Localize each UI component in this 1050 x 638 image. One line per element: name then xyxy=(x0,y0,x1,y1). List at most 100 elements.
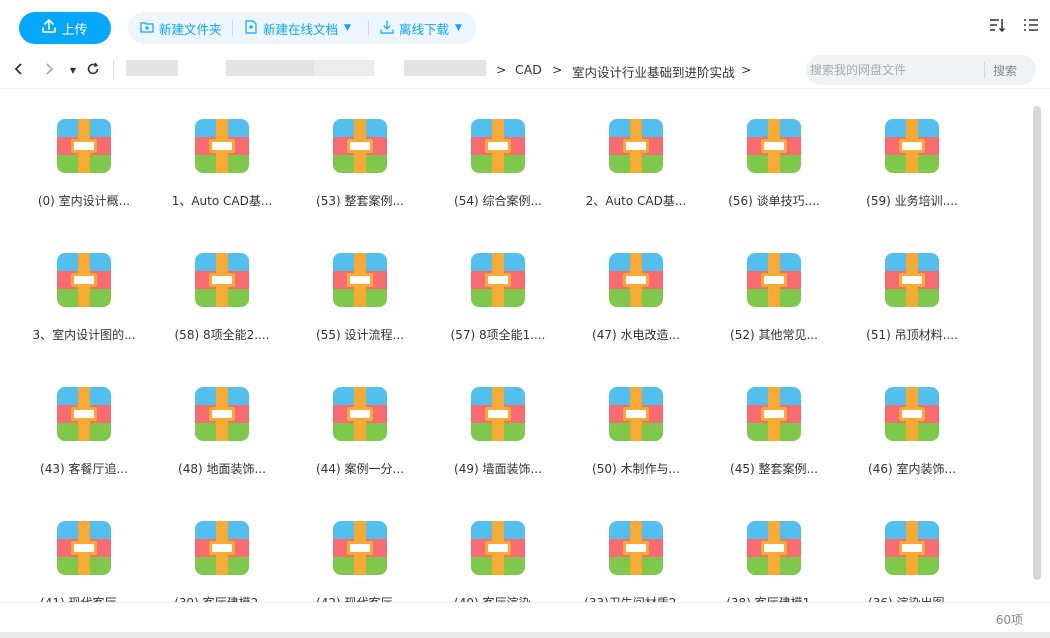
back-button[interactable] xyxy=(10,61,28,79)
file-name: (36) 渲染出图... xyxy=(843,594,981,602)
offline-download-label: 离线下载 xyxy=(399,21,450,37)
file-name: (52) 其他常见... xyxy=(730,328,818,342)
file-item[interactable]: (39) 客厅建模2... xyxy=(153,492,291,602)
new-folder-button[interactable]: 新建文件夹 xyxy=(140,12,222,44)
window-bottom-edge xyxy=(0,632,1050,638)
zip-archive-icon xyxy=(195,119,249,173)
new-online-doc-button[interactable]: 新建在线文档 ▼ xyxy=(244,12,351,44)
scrollbar-thumb[interactable] xyxy=(1033,106,1041,580)
file-name: (0) 室内设计概... xyxy=(37,194,131,208)
vertical-scrollbar[interactable] xyxy=(1031,92,1043,597)
file-item[interactable]: 2、Auto CAD基... xyxy=(567,90,705,210)
list-view-icon[interactable] xyxy=(1022,16,1040,37)
file-item[interactable]: (49) 墙面装饰... xyxy=(429,358,567,478)
zip-archive-icon xyxy=(885,521,939,575)
file-item[interactable]: (52) 其他常见... xyxy=(705,224,843,344)
file-name: (50) 木制作与... xyxy=(592,462,680,476)
view-controls xyxy=(988,16,1040,37)
file-item[interactable]: (41) 现代客厅... xyxy=(15,492,153,602)
zip-archive-icon xyxy=(333,387,387,441)
offline-download-button[interactable]: 离线下载 ▼ xyxy=(380,12,462,44)
file-name: (47) 水电改造... xyxy=(592,328,680,342)
new-folder-label: 新建文件夹 xyxy=(159,21,222,37)
file-item[interactable]: (36) 渲染出图... xyxy=(843,492,981,602)
file-item[interactable]: (33)卫生间材质2... xyxy=(567,492,705,602)
file-name: (40) 客厅渲染... xyxy=(429,594,567,602)
search-button[interactable]: 搜索 xyxy=(993,62,1017,79)
obscured-path-segment xyxy=(314,60,374,76)
zip-archive-icon xyxy=(609,387,663,441)
file-item[interactable]: 3、室内设计图的... xyxy=(15,224,153,344)
caret-down-icon: ▼ xyxy=(455,23,462,33)
zip-archive-icon xyxy=(333,119,387,173)
file-item[interactable]: (58) 8项全能2.... xyxy=(153,224,291,344)
status-bar: 60项 xyxy=(0,602,1050,632)
zip-archive-icon xyxy=(609,253,663,307)
forward-button[interactable] xyxy=(40,61,58,79)
history-dropdown[interactable]: ▼ xyxy=(64,61,82,79)
file-item[interactable]: 1、Auto CAD基... xyxy=(153,90,291,210)
file-item[interactable]: (50) 木制作与... xyxy=(567,358,705,478)
document-plus-icon xyxy=(244,19,258,37)
chevron-right-icon xyxy=(42,62,56,79)
file-item[interactable]: (48) 地面装饰... xyxy=(153,358,291,478)
new-online-doc-label: 新建在线文档 xyxy=(263,21,339,37)
item-count: 60项 xyxy=(995,613,1023,627)
file-item[interactable]: (42) 现代客厅... xyxy=(291,492,429,602)
sort-icon[interactable] xyxy=(988,16,1006,37)
upload-icon xyxy=(42,19,57,37)
file-item[interactable]: (55) 设计流程... xyxy=(291,224,429,344)
file-item[interactable]: (45) 整套案例... xyxy=(705,358,843,478)
file-name: 2、Auto CAD基... xyxy=(585,194,687,208)
zip-archive-icon xyxy=(885,387,939,441)
zip-archive-icon xyxy=(471,119,525,173)
file-item[interactable]: (47) 水电改造... xyxy=(567,224,705,344)
file-item[interactable]: (54) 综合案例... xyxy=(429,90,567,210)
file-item[interactable]: (51) 吊顶材料.... xyxy=(843,224,981,344)
file-name: (41) 现代客厅... xyxy=(15,594,153,602)
zip-archive-icon xyxy=(471,521,525,575)
zip-archive-icon xyxy=(885,119,939,173)
file-item[interactable]: (53) 整套案例... xyxy=(291,90,429,210)
download-icon xyxy=(380,19,394,37)
refresh-icon xyxy=(86,62,100,79)
upload-button[interactable]: 上传 xyxy=(19,12,111,44)
file-name: (44) 案例一分... xyxy=(316,462,404,476)
file-item[interactable]: (46) 室内装饰... xyxy=(843,358,981,478)
breadcrumb-item[interactable]: 室内设计行业基础到进阶实战 xyxy=(572,62,735,81)
zip-archive-icon xyxy=(609,521,663,575)
zip-archive-icon xyxy=(747,387,801,441)
upload-label: 上传 xyxy=(61,22,88,38)
file-name: (48) 地面装饰... xyxy=(178,462,266,476)
breadcrumb-item[interactable]: CAD xyxy=(515,62,542,77)
breadcrumb-separator: > xyxy=(552,62,563,77)
file-item[interactable]: (56) 谈单技巧.... xyxy=(705,90,843,210)
search-input[interactable] xyxy=(806,55,976,85)
caret-down-icon: ▼ xyxy=(344,23,351,33)
zip-archive-icon xyxy=(885,253,939,307)
zip-archive-icon xyxy=(471,387,525,441)
file-item[interactable]: (38) 客厅建模1... xyxy=(705,492,843,602)
action-group: 新建文件夹 新建在线文档 ▼ 离线下载 ▼ xyxy=(128,12,476,44)
zip-archive-icon xyxy=(195,521,249,575)
file-name: (39) 客厅建模2... xyxy=(153,594,291,602)
file-item[interactable]: (59) 业务培训.... xyxy=(843,90,981,210)
caret-down-icon: ▼ xyxy=(69,65,77,75)
file-name: (54) 综合案例... xyxy=(454,194,542,208)
file-item[interactable]: (0) 室内设计概... xyxy=(15,90,153,210)
zip-archive-icon xyxy=(57,387,111,441)
zip-archive-icon xyxy=(57,119,111,173)
file-item[interactable]: (43) 客餐厅追... xyxy=(15,358,153,478)
file-name: (56) 谈单技巧.... xyxy=(728,194,820,208)
breadcrumb-separator: > xyxy=(741,62,752,77)
zip-archive-icon xyxy=(57,253,111,307)
zip-archive-icon xyxy=(471,253,525,307)
file-item[interactable]: (40) 客厅渲染... xyxy=(429,492,567,602)
file-item[interactable]: (57) 8项全能1.... xyxy=(429,224,567,344)
file-name: (59) 业务培训.... xyxy=(866,194,958,208)
zip-archive-icon xyxy=(609,119,663,173)
file-item[interactable]: (44) 案例一分... xyxy=(291,358,429,478)
zip-archive-icon xyxy=(747,119,801,173)
divider xyxy=(984,62,985,78)
refresh-button[interactable] xyxy=(84,61,102,79)
